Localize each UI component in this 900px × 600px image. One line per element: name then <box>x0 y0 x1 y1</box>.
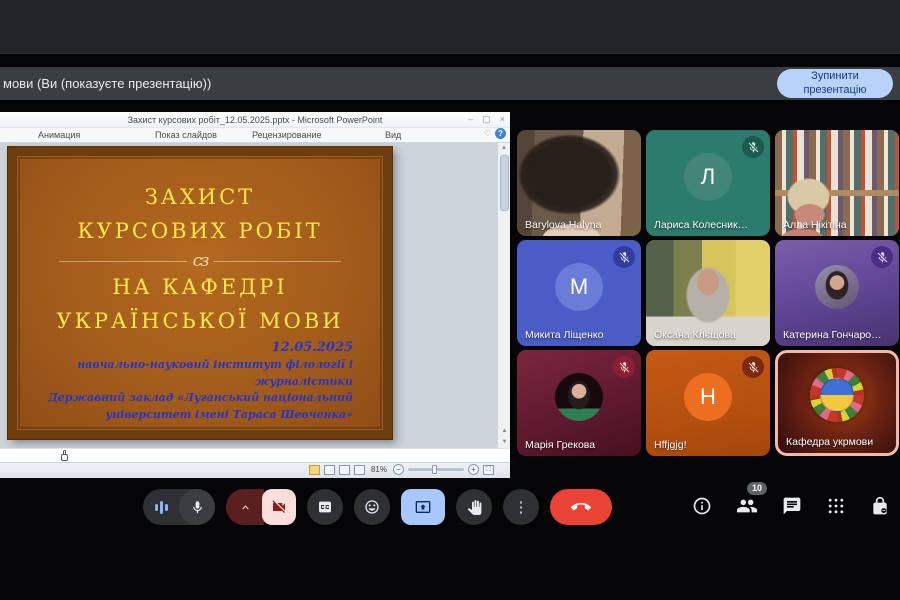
close-icon[interactable]: × <box>500 113 505 126</box>
participant-tile[interactable]: Barylova Halyna <box>517 130 641 236</box>
previous-slide-icon[interactable]: ▲ <box>498 426 510 437</box>
department-logo <box>810 368 864 422</box>
stop-presenting-button[interactable]: Зупинити презентацію <box>777 69 893 98</box>
vertical-scrollbar[interactable]: ▲ ▲ ▼ <box>497 143 510 448</box>
participant-name: Марія Грекова <box>525 439 595 451</box>
participant-name: Оксана Клєщова <box>654 329 736 341</box>
captions-button[interactable] <box>307 489 343 525</box>
meeting-info-button[interactable] <box>692 496 712 516</box>
participant-grid: Barylova Halyna Л Лариса Колесник… Алла … <box>517 130 899 456</box>
scrollbar-thumb[interactable] <box>500 155 509 211</box>
call-controls: ⋮ <box>143 489 612 525</box>
slide-divider: cз <box>17 252 383 270</box>
mic-off-icon <box>613 246 635 268</box>
zoom-level: 81% <box>371 465 387 474</box>
avatar: Л <box>684 153 732 201</box>
avatar-photo <box>815 265 859 309</box>
camera-off-button[interactable] <box>262 489 296 525</box>
microphone-icon[interactable] <box>179 489 215 525</box>
top-strip <box>0 0 900 54</box>
slide-sorter-view-icon[interactable] <box>324 465 335 475</box>
participant-tile[interactable]: Л Лариса Колесник… <box>646 130 770 236</box>
powerpoint-titlebar: Захист курсових робіт_12.05.2025.pptx - … <box>0 112 510 128</box>
fleuron-ornament: cз <box>187 253 214 269</box>
present-screen-button[interactable] <box>401 489 445 525</box>
avatar: М <box>555 263 603 311</box>
help-icon[interactable]: ? <box>495 128 506 139</box>
zoom-in-icon[interactable]: + <box>468 464 479 475</box>
participant-name: Barylova Halyna <box>525 219 601 231</box>
slide-canvas: ЗАХИСТ КУРСОВИХ РОБІТ cз НА КАФЕДРІ УКРА… <box>0 143 510 448</box>
camera-options-button[interactable] <box>226 489 264 525</box>
meet-window: мови (Ви (показуєте презентацію)) Зупини… <box>0 0 900 600</box>
minimize-icon[interactable]: – <box>468 113 473 126</box>
participant-tile[interactable]: Алла Нікітіна <box>775 130 899 236</box>
participant-tile[interactable]: H Hffjgjg! <box>646 350 770 456</box>
normal-view-icon[interactable] <box>309 465 320 475</box>
slide-title: ЗАХИСТ КУРСОВИХ РОБІТ <box>17 180 383 248</box>
zoom-slider[interactable] <box>408 468 464 471</box>
menu-view[interactable]: Вид <box>385 128 401 143</box>
microphone-button[interactable] <box>143 489 215 525</box>
next-slide-icon[interactable]: ▼ <box>498 437 510 448</box>
mic-off-icon <box>742 136 764 158</box>
menu-review[interactable]: Рецензирование <box>252 128 322 143</box>
participant-name: Лариса Колесник… <box>654 219 748 231</box>
slide-institute: навчально-науковий інститут філології і … <box>17 357 353 423</box>
raise-hand-button[interactable] <box>456 489 492 525</box>
mic-off-icon <box>613 356 635 378</box>
powerpoint-statusbar: 81% − + ⛶ <box>0 462 510 478</box>
reactions-button[interactable] <box>354 489 390 525</box>
scroll-up-icon[interactable]: ▲ <box>498 143 510 154</box>
voice-activity-icon <box>143 501 179 514</box>
end-call-button[interactable] <box>550 489 612 525</box>
reading-view-icon[interactable] <box>339 465 350 475</box>
maximize-icon[interactable]: ▢ <box>482 113 491 126</box>
mic-off-icon <box>871 246 893 268</box>
window-controls: – ▢ × <box>468 113 505 126</box>
chat-button[interactable] <box>782 496 802 516</box>
presenting-label: мови (Ви (показуєте презентацію)) <box>3 76 211 91</box>
presentation-bar: мови (Ви (показуєте презентацію)) Зупини… <box>0 67 900 100</box>
menu-animation[interactable]: Анимация <box>38 128 80 143</box>
notes-strip <box>0 448 510 462</box>
mic-off-icon <box>742 356 764 378</box>
slide-date: 12.05.2025 <box>17 340 353 355</box>
participant-name: Hffjgjg! <box>654 439 687 451</box>
powerpoint-window: Захист курсових робіт_12.05.2025.pptx - … <box>0 112 510 474</box>
participant-name: Катерина Гончаро… <box>783 329 882 341</box>
avatar-photo <box>555 373 603 421</box>
participant-tile-active-speaker[interactable]: Кафедра укрмови <box>775 350 899 456</box>
meeting-panels: 10 <box>692 495 890 517</box>
participant-name: Кафедра укрмови <box>786 436 873 448</box>
participant-name: Алла Нікітіна <box>783 219 847 231</box>
activities-button[interactable] <box>826 496 846 516</box>
avatar: H <box>684 373 732 421</box>
slide-subtitle: НА КАФЕДРІ УКРАЇНСЬКОЇ МОВИ <box>17 270 383 338</box>
participant-tile[interactable]: М Микита Ліщенко <box>517 240 641 346</box>
camera-button-group <box>226 489 296 525</box>
zoom-out-icon[interactable]: − <box>393 464 404 475</box>
participant-tile[interactable]: Катерина Гончаро… <box>775 240 899 346</box>
participant-name: Микита Ліщенко <box>525 329 603 341</box>
more-vertical-icon: ⋮ <box>514 500 529 515</box>
menu-slideshow[interactable]: Показ слайдов <box>155 128 217 143</box>
hand-cursor-icon <box>60 450 69 461</box>
title-slide: ЗАХИСТ КУРСОВИХ РОБІТ cз НА КАФЕДРІ УКРА… <box>8 147 392 439</box>
people-button[interactable]: 10 <box>736 495 758 517</box>
fit-to-window-icon[interactable]: ⛶ <box>483 465 494 475</box>
more-options-button[interactable]: ⋮ <box>503 489 539 525</box>
favorite-icon: ♡ <box>484 129 491 138</box>
powerpoint-menubar: Анимация Показ слайдов Рецензирование Ви… <box>0 128 510 143</box>
participants-count-badge: 10 <box>747 482 767 495</box>
participant-tile[interactable]: Оксана Клєщова <box>646 240 770 346</box>
slideshow-view-icon[interactable] <box>354 465 365 475</box>
zoom-slider-thumb[interactable] <box>432 465 437 474</box>
participant-tile[interactable]: Марія Грекова <box>517 350 641 456</box>
host-controls-button[interactable] <box>870 496 890 516</box>
powerpoint-window-title: Захист курсових робіт_12.05.2025.pptx - … <box>0 112 510 128</box>
